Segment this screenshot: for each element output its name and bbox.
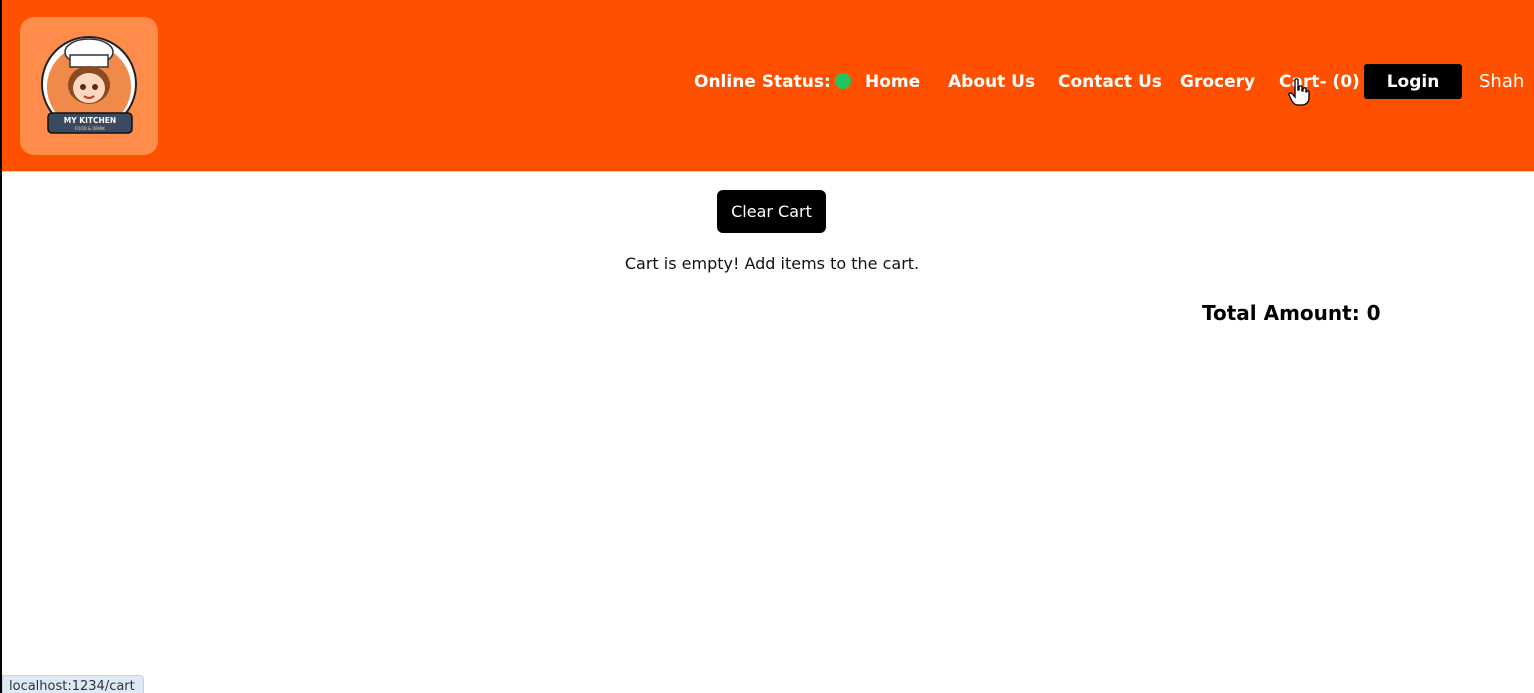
user-name: Shah — [1479, 71, 1525, 92]
empty-cart-message: Cart is empty! Add items to the cart. — [624, 254, 920, 273]
status-bar-url: localhost:1234/cart — [2, 675, 144, 693]
nav-link-home[interactable]: Home — [865, 71, 920, 93]
clear-cart-button[interactable]: Clear Cart — [717, 190, 826, 233]
page: MY KITCHEN FOOD & DRINK Online Status: H… — [0, 0, 1534, 693]
header: MY KITCHEN FOOD & DRINK Online Status: H… — [2, 0, 1534, 172]
online-status-label: Online Status: — [694, 72, 831, 92]
nav-link-contact[interactable]: Contact Us — [1058, 71, 1162, 93]
hand-pointer-icon — [1288, 78, 1310, 106]
online-status: Online Status: — [694, 71, 851, 93]
total-amount: Total Amount: 0 — [1202, 301, 1381, 325]
login-button[interactable]: Login — [1364, 64, 1462, 99]
nav-link-about[interactable]: About Us — [948, 71, 1035, 93]
nav-link-grocery[interactable]: Grocery — [1180, 71, 1255, 93]
online-status-dot-icon — [834, 73, 851, 89]
